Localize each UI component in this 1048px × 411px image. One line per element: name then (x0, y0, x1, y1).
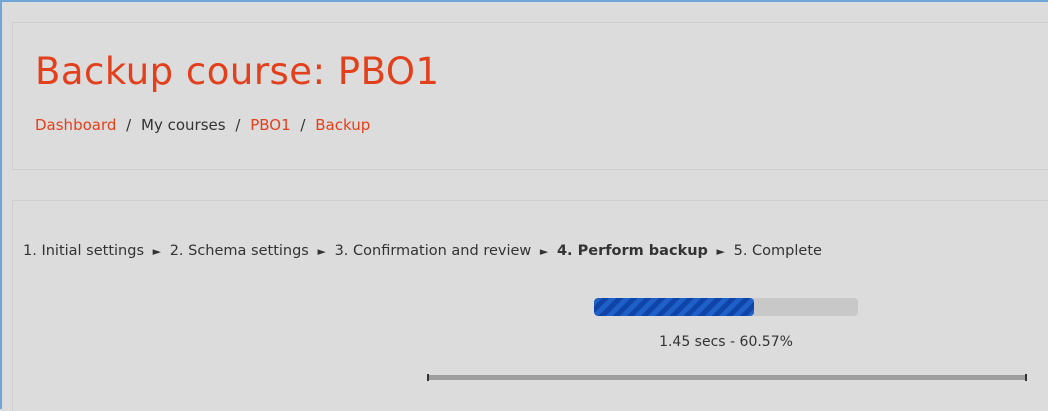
step-arrow-icon: ► (152, 245, 162, 258)
page-header: Backup course: PBO1 Dashboard / My cours… (12, 22, 1048, 170)
backup-progress-bar (594, 298, 858, 316)
breadcrumb-backup[interactable]: Backup (315, 116, 370, 134)
step-arrow-icon: ► (716, 245, 725, 258)
backup-steps: 1. Initial settings ► 2. Schema settings… (23, 243, 822, 259)
backup-progress-fill (594, 298, 754, 316)
backup-content: 1. Initial settings ► 2. Schema settings… (12, 200, 1048, 411)
step-confirmation-review: 3. Confirmation and review (334, 243, 532, 259)
breadcrumb-course[interactable]: PBO1 (250, 116, 290, 134)
step-complete: 5. Complete (733, 243, 822, 259)
step-perform-backup: 4. Perform backup (556, 243, 708, 259)
breadcrumb: Dashboard / My courses / PBO1 / Backup (35, 116, 370, 134)
step-arrow-icon: ► (317, 245, 326, 258)
breadcrumb-my-courses: My courses (141, 116, 226, 134)
breadcrumb-dashboard[interactable]: Dashboard (35, 116, 116, 134)
page-title: Backup course: PBO1 (35, 50, 440, 93)
step-initial-settings: 1. Initial settings (23, 243, 144, 259)
backup-progress-status: 1.45 secs - 60.57% (659, 334, 793, 350)
breadcrumb-separator: / (300, 116, 306, 134)
page-frame: Backup course: PBO1 Dashboard / My cours… (0, 0, 1048, 411)
step-arrow-icon: ► (539, 245, 549, 258)
progress-divider-line (427, 374, 1027, 381)
breadcrumb-separator: / (126, 116, 132, 134)
breadcrumb-separator: / (235, 116, 241, 134)
step-schema-settings: 2. Schema settings (169, 243, 309, 259)
